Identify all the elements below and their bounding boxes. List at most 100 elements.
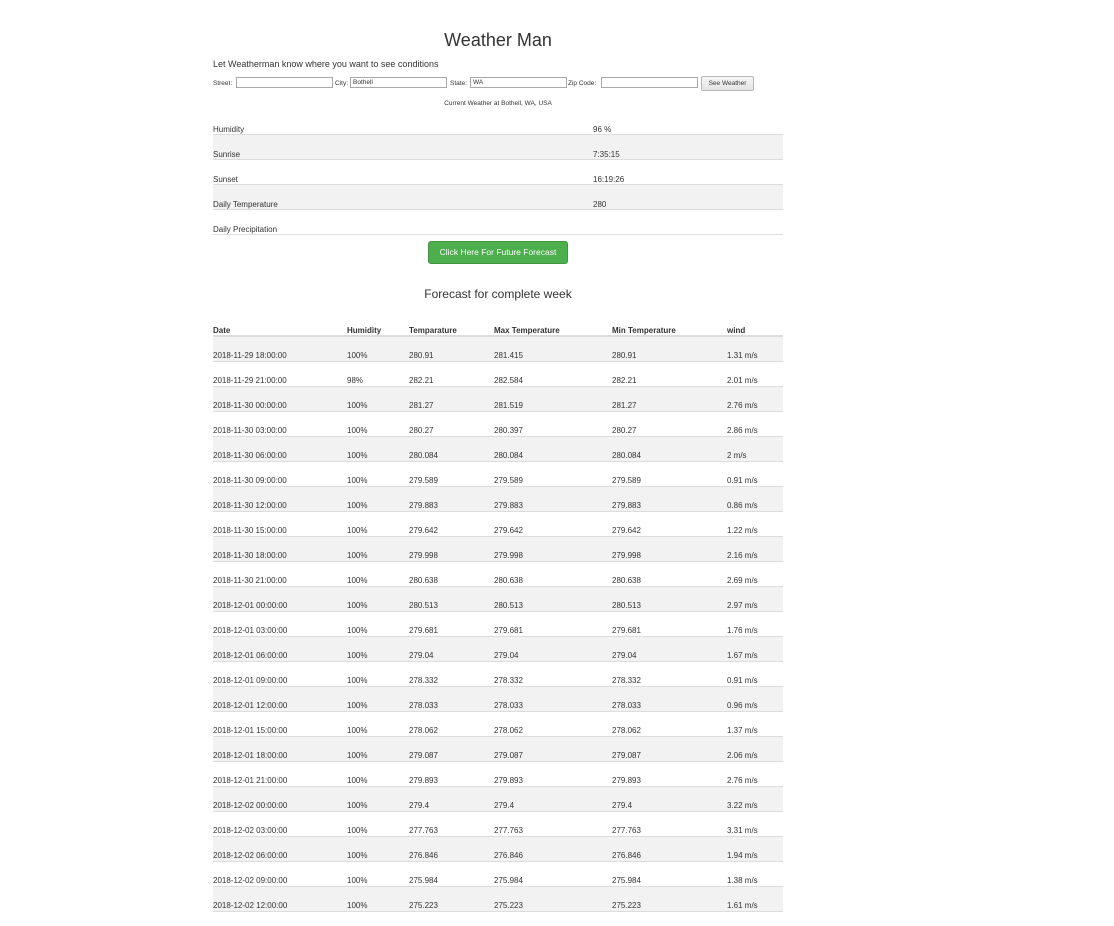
date-cell: 2018-12-01 00:00:00	[213, 601, 288, 610]
humidity-cell: 100%	[347, 676, 368, 685]
condition-label: Daily Temperature	[213, 200, 278, 209]
max-temperature-cell: 280.397	[494, 426, 523, 435]
city-input[interactable]	[350, 77, 447, 88]
wind-cell: 0.96 m/s	[727, 701, 758, 710]
min-temperature-cell: 279.642	[612, 526, 641, 535]
street-label: Street:	[213, 80, 233, 87]
table-row: 2018-11-30 06:00:00 100% 280.084 280.084 280…	[213, 437, 783, 462]
humidity-cell: 100%	[347, 551, 368, 560]
humidity-cell: 100%	[347, 701, 368, 710]
street-input[interactable]	[236, 77, 333, 88]
wind-cell: 1.37 m/s	[727, 726, 758, 735]
condition-row: Sunrise 7:35:15	[213, 135, 783, 160]
min-temperature-cell: 279.893	[612, 776, 641, 785]
wind-cell: 2 m/s	[727, 451, 747, 460]
current-conditions-table: Humidity 96 % Sunrise 7:35:15 Sunset 16:19:26…	[213, 110, 783, 235]
temperature-cell: 279.681	[409, 626, 438, 635]
humidity-cell: 100%	[347, 801, 368, 810]
date-cell: 2018-12-01 21:00:00	[213, 776, 288, 785]
wind-cell: 2.86 m/s	[727, 426, 758, 435]
date-cell: 2018-11-30 15:00:00	[213, 526, 287, 535]
see-weather-button[interactable]: See Weather	[701, 76, 754, 91]
zip-label: Zip Code:	[568, 80, 597, 87]
condition-value: 16:19:26	[593, 175, 625, 184]
max-temperature-cell: 275.984	[494, 876, 523, 885]
humidity-cell: 100%	[347, 501, 368, 510]
page-title: Weather Man	[444, 30, 552, 50]
temperature-cell: 278.033	[409, 701, 438, 710]
humidity-cell: 100%	[347, 351, 368, 360]
temperature-cell: 282.21	[409, 376, 434, 385]
wind-cell: 2.01 m/s	[727, 376, 758, 385]
table-row: 2018-11-30 21:00:00 100% 280.638 280.638 280…	[213, 562, 783, 587]
table-row: 2018-11-29 18:00:00 100% 280.91 281.415 280.…	[213, 337, 783, 362]
max-temperature-cell: 278.033	[494, 701, 523, 710]
date-cell: 2018-12-02 06:00:00	[213, 851, 288, 860]
temperature-cell: 279.4	[409, 801, 430, 810]
wind-cell: 2.06 m/s	[727, 751, 758, 760]
temperature-cell: 275.223	[409, 901, 438, 910]
min-temperature-cell: 277.763	[612, 826, 641, 835]
wind-cell: 1.94 m/s	[727, 851, 758, 860]
min-temperature-cell: 280.27	[612, 426, 637, 435]
max-temperature-cell: 278.062	[494, 726, 523, 735]
column-header: Humidity	[347, 326, 382, 335]
column-header: wind	[727, 326, 746, 335]
condition-label: Sunrise	[213, 150, 241, 159]
condition-row: Daily Temperature 280	[213, 185, 783, 210]
temperature-cell: 279.883	[409, 501, 438, 510]
date-cell: 2018-11-30 00:00:00	[213, 401, 287, 410]
date-cell: 2018-11-30 21:00:00	[213, 576, 287, 585]
table-row: 2018-12-01 15:00:00 100% 278.062 278.062 278…	[213, 712, 783, 737]
state-label: State:	[450, 80, 467, 87]
date-cell: 2018-12-01 06:00:00	[213, 651, 288, 660]
date-cell: 2018-11-30 18:00:00	[213, 551, 287, 560]
date-cell: 2018-11-30 03:00:00	[213, 426, 287, 435]
table-row: 2018-12-01 06:00:00 100% 279.04 279.04 279.0…	[213, 637, 783, 662]
wind-cell: 0.91 m/s	[727, 676, 758, 685]
humidity-cell: 100%	[347, 526, 368, 535]
date-cell: 2018-12-01 09:00:00	[213, 676, 288, 685]
week-forecast-title: Forecast for complete week	[424, 287, 572, 301]
wind-cell: 2.76 m/s	[727, 776, 758, 785]
max-temperature-cell: 279.893	[494, 776, 523, 785]
location-form: Street: City: State: Zip Code: See Weath…	[213, 76, 783, 92]
humidity-cell: 100%	[347, 476, 368, 485]
min-temperature-cell: 276.846	[612, 851, 641, 860]
temperature-cell: 279.04	[409, 651, 434, 660]
wind-cell: 2.97 m/s	[727, 601, 758, 610]
max-temperature-cell: 277.763	[494, 826, 523, 835]
zip-input[interactable]	[601, 77, 698, 88]
max-temperature-cell: 279.642	[494, 526, 523, 535]
temperature-cell: 281.27	[409, 401, 434, 410]
wind-cell: 2.16 m/s	[727, 551, 758, 560]
wind-cell: 2.76 m/s	[727, 401, 758, 410]
humidity-cell: 100%	[347, 776, 368, 785]
humidity-cell: 100%	[347, 826, 368, 835]
temperature-cell: 279.998	[409, 551, 438, 560]
date-cell: 2018-12-02 00:00:00	[213, 801, 288, 810]
date-cell: 2018-12-02 12:00:00	[213, 901, 288, 910]
max-temperature-cell: 279.589	[494, 476, 523, 485]
min-temperature-cell: 275.984	[612, 876, 641, 885]
temperature-cell: 280.27	[409, 426, 434, 435]
table-row: 2018-12-01 18:00:00 100% 279.087 279.087 279…	[213, 737, 783, 762]
table-row: 2018-12-01 00:00:00 100% 280.513 280.513 280…	[213, 587, 783, 612]
min-temperature-cell: 279.681	[612, 626, 641, 635]
temperature-cell: 280.91	[409, 351, 434, 360]
city-label: City:	[335, 80, 348, 87]
table-row: 2018-12-01 09:00:00 100% 278.332 278.332 278…	[213, 662, 783, 687]
table-row: 2018-11-30 12:00:00 100% 279.883 279.883 279…	[213, 487, 783, 512]
location-prompt: Let Weatherman know where you want to se…	[213, 59, 439, 69]
future-forecast-button[interactable]: Click Here For Future Forecast	[428, 241, 568, 264]
min-temperature-cell: 280.513	[612, 601, 641, 610]
min-temperature-cell: 279.4	[612, 801, 633, 810]
state-input[interactable]	[470, 77, 567, 88]
condition-label: Humidity	[213, 125, 245, 134]
min-temperature-cell: 279.04	[612, 651, 637, 660]
column-header: Temparature	[409, 326, 457, 335]
min-temperature-cell: 280.638	[612, 576, 641, 585]
forecast-table-header: Date Humidity Temparature Max Temperature Mi…	[213, 312, 783, 337]
humidity-cell: 98%	[347, 376, 364, 385]
wind-cell: 2.69 m/s	[727, 576, 758, 585]
